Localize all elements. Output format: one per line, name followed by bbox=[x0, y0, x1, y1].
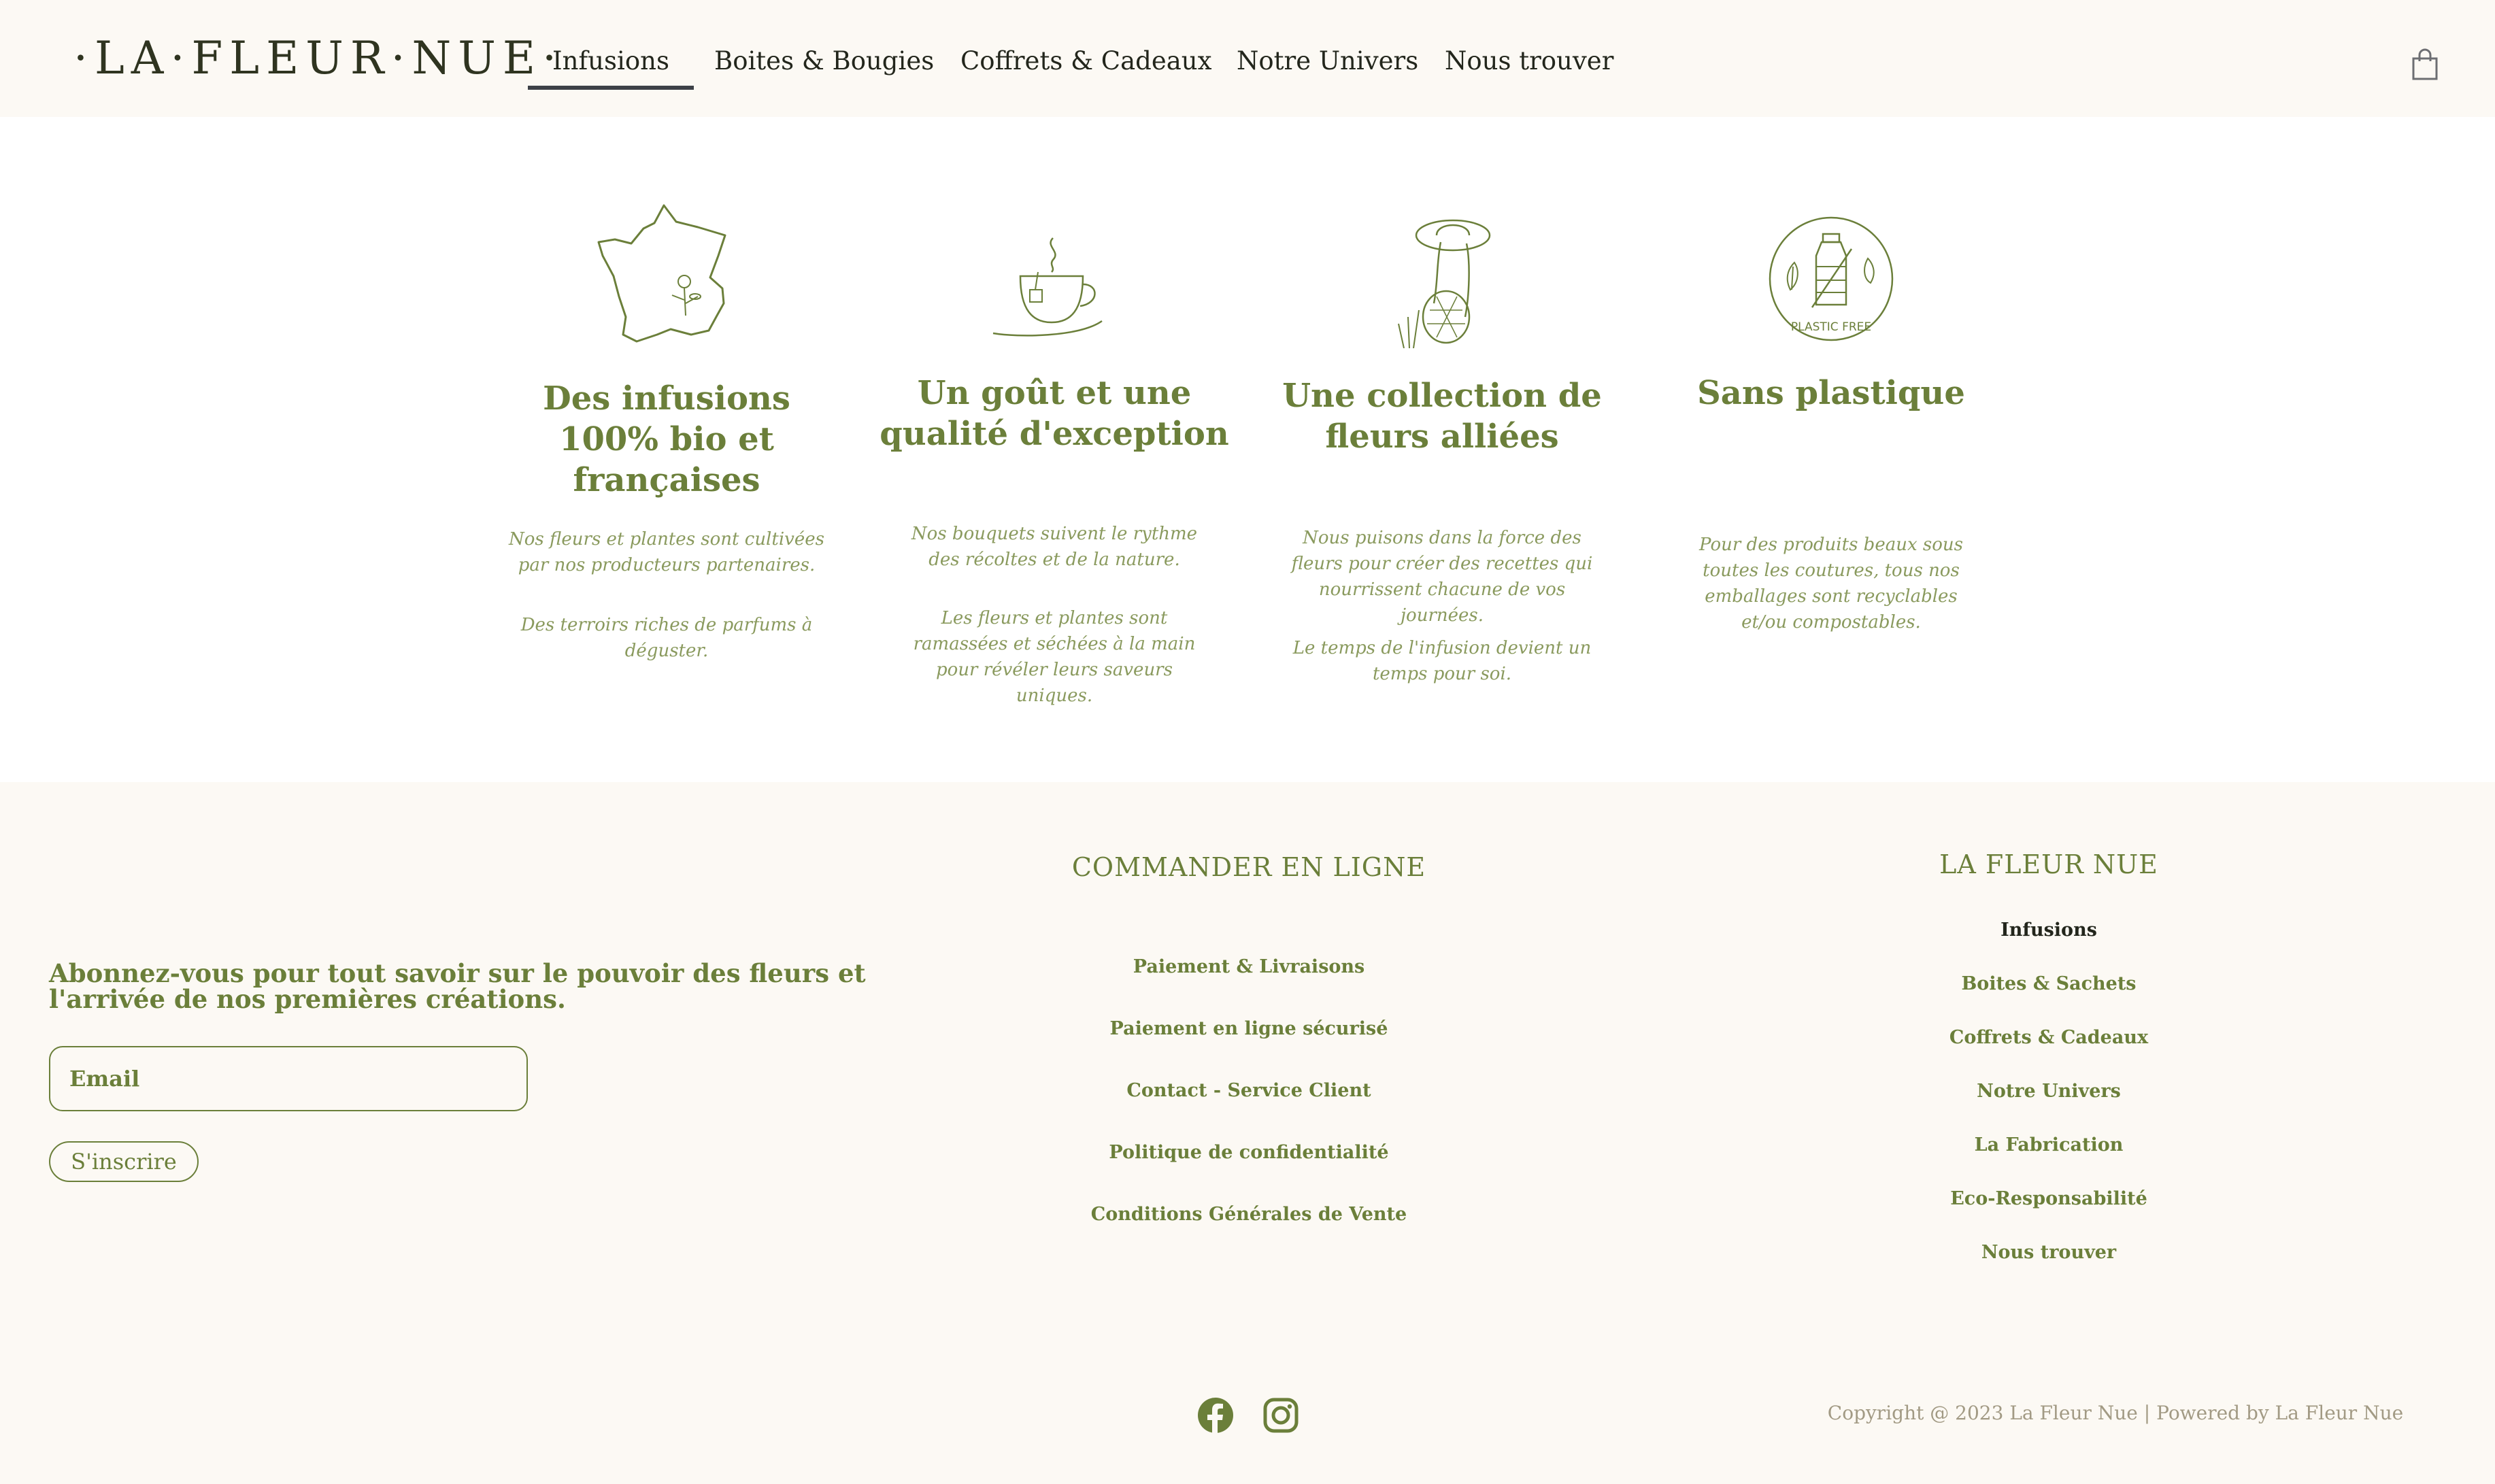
feature-text-bio-1: Nos fleurs et plantes sont cultivées par… bbox=[509, 529, 824, 575]
instagram-icon[interactable] bbox=[1262, 1397, 1299, 1434]
plastic-free-icon-text: PLASTIC FREE bbox=[1791, 320, 1871, 334]
feature-title-sans-plastique: Sans plastique bbox=[1697, 374, 1965, 412]
nav-notre-univers[interactable]: Notre Univers bbox=[1237, 41, 1418, 82]
feature-text-collection-2: Le temps de l'infusion devient un temps … bbox=[1292, 638, 1592, 684]
site-header: ·LA·FLEUR·NUE· Infusions Boites & Bougie… bbox=[0, 0, 2495, 117]
footer-link-infusions[interactable]: Infusions bbox=[1790, 918, 2307, 943]
subscribe-button[interactable]: S'inscrire bbox=[49, 1141, 199, 1182]
copyright: Copyright @ 2023 La Fleur Nue | Powered … bbox=[1827, 1402, 2404, 1424]
footer-link-paiement-securise[interactable]: Paiement en ligne sécurisé bbox=[990, 1017, 1507, 1041]
footer-link-nous-trouver[interactable]: Nous trouver bbox=[1790, 1241, 2307, 1265]
feature-title-quality: Un goût et une qualité d'exception bbox=[880, 374, 1229, 453]
footer-link-paiement-livraisons[interactable]: Paiement & Livraisons bbox=[990, 955, 1507, 979]
feature-title-collection: Une collection de fleurs alliées bbox=[1282, 377, 1602, 456]
plastic-free-icon: PLASTIC FREE bbox=[1769, 216, 1894, 341]
tea-cup-icon bbox=[992, 237, 1103, 337]
footer-link-cgv[interactable]: Conditions Générales de Vente bbox=[990, 1202, 1507, 1227]
feature-text-sans-plastique-1: Pour des produits beaux sous toutes les … bbox=[1699, 535, 1963, 633]
nav-nous-trouver[interactable]: Nous trouver bbox=[1445, 41, 1613, 82]
feature-title-bio: Des infusions 100% bio et françaises bbox=[543, 380, 790, 499]
nav-infusions[interactable]: Infusions bbox=[528, 41, 694, 82]
nav-active-indicator bbox=[528, 86, 694, 90]
commander-title: COMMANDER EN LIGNE bbox=[1071, 852, 1426, 882]
feature-text-quality-1: Nos bouquets suivent le rythme des récol… bbox=[911, 524, 1198, 570]
footer-link-confidentialite[interactable]: Politique de confidentialité bbox=[990, 1141, 1507, 1165]
nav-boites-bougies[interactable]: Boites & Bougies bbox=[714, 41, 934, 82]
woman-flower-basket-icon bbox=[1398, 219, 1491, 348]
shopping-bag-icon[interactable] bbox=[2411, 48, 2439, 82]
logo[interactable]: ·LA·FLEUR·NUE· bbox=[73, 33, 563, 84]
newsletter-title: Abonnez-vous pour tout savoir sur le pou… bbox=[49, 958, 866, 1014]
facebook-icon[interactable] bbox=[1197, 1397, 1234, 1434]
feature-text-quality-2: Les fleurs et plantes sont ramassées et … bbox=[913, 608, 1196, 706]
la-fleur-nue-title: LA FLEUR NUE bbox=[1939, 849, 2158, 879]
france-map-flower-icon bbox=[597, 204, 726, 343]
footer-link-boites-sachets[interactable]: Boites & Sachets bbox=[1790, 972, 2307, 996]
feature-text-bio-2: Des terroirs riches de parfums à déguste… bbox=[520, 615, 813, 661]
footer-link-la-fabrication[interactable]: La Fabrication bbox=[1790, 1133, 2307, 1158]
nav-coffrets-cadeaux[interactable]: Coffrets & Cadeaux bbox=[960, 41, 1211, 82]
footer-link-contact[interactable]: Contact - Service Client bbox=[990, 1079, 1507, 1103]
feature-text-collection-1: Nous puisons dans la force des fleurs po… bbox=[1291, 528, 1593, 626]
footer-link-coffrets-cadeaux[interactable]: Coffrets & Cadeaux bbox=[1790, 1026, 2307, 1050]
email-field[interactable] bbox=[49, 1046, 528, 1111]
footer-link-notre-univers[interactable]: Notre Univers bbox=[1790, 1079, 2307, 1104]
footer-link-eco-responsabilite[interactable]: Eco-Responsabilité bbox=[1790, 1187, 2307, 1211]
